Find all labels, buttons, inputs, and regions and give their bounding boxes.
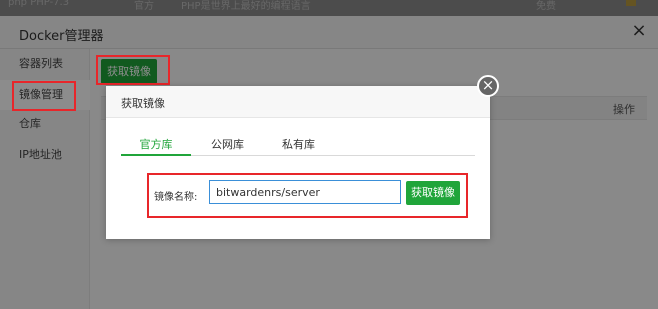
tab-bar: 官方库 公网库 私有库 [121, 136, 475, 156]
dialog-header: 获取镜像 [106, 86, 490, 118]
highlight-box [147, 173, 468, 218]
dialog-title: 获取镜像 [121, 97, 165, 110]
highlight-box [96, 55, 170, 85]
dialog-close-icon[interactable]: × [477, 75, 499, 97]
active-tab-indicator [121, 154, 191, 156]
highlight-box [12, 81, 76, 111]
tab-public[interactable]: 公网库 [211, 136, 244, 156]
tab-official[interactable]: 官方库 [121, 136, 191, 156]
tab-private[interactable]: 私有库 [282, 136, 315, 156]
